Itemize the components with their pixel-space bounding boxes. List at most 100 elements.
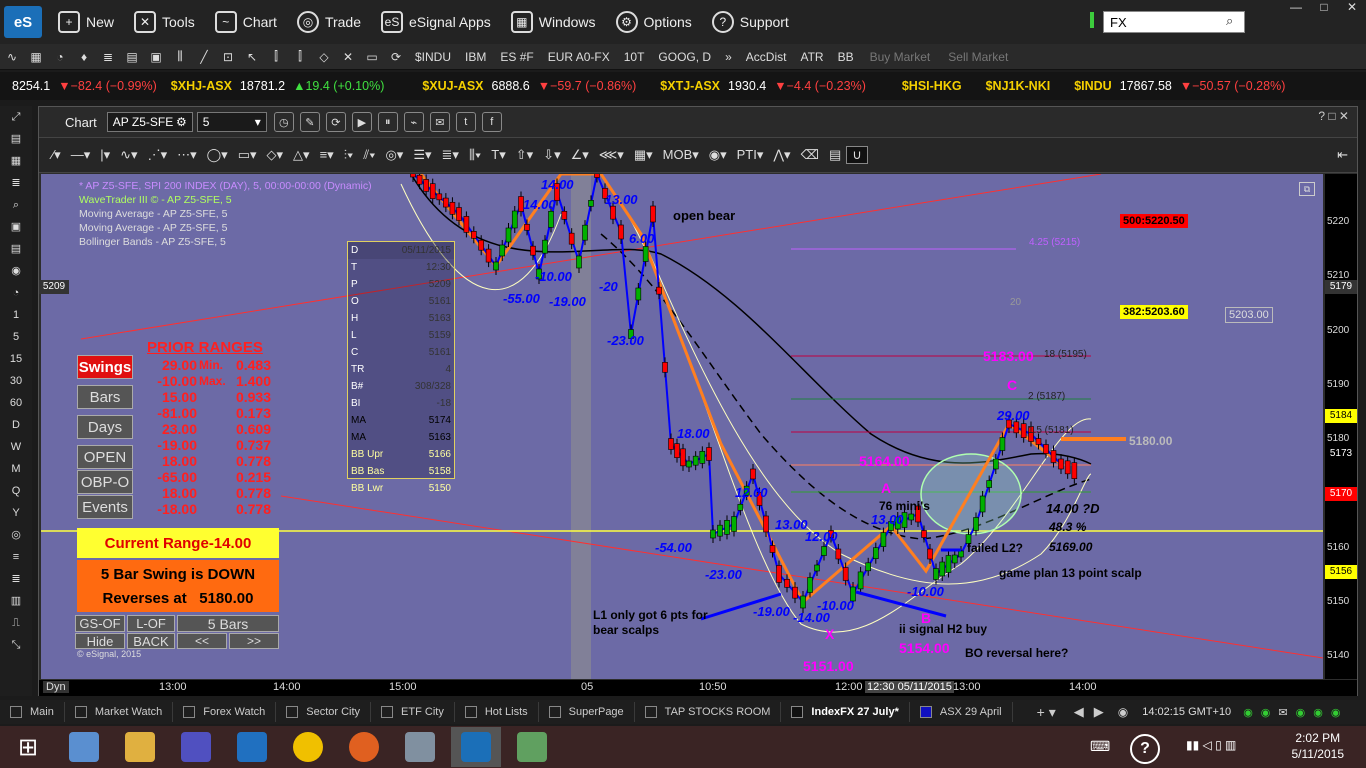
cross-icon[interactable]: ✕ [337,47,359,67]
gann-icon[interactable]: ⋰▾ [143,147,173,163]
calc-icon[interactable]: ▣ [145,47,167,67]
wave-icon[interactable]: ∿▾ [115,147,142,163]
link-icon[interactable]: ⌁ [403,112,424,132]
time-axis[interactable]: Dyn 13:00 14:00 15:00 05 10:50 12:00 12:… [39,680,1357,696]
toolbar-symbol[interactable]: IBM [458,50,493,64]
l-of-button[interactable]: L-OF [127,615,175,632]
ellipse-icon[interactable]: ◯▾ [202,147,233,163]
sidebar-tool-icon[interactable]: ◉ [0,260,32,282]
ticker-symbol[interactable]: $INDU [1074,79,1112,93]
horizontal-line-icon[interactable]: —▾ [66,147,96,163]
twitter-icon[interactable]: t [455,112,476,132]
ticker-symbol[interactable]: $XTJ-ASX [660,79,720,93]
interval-5[interactable]: 5 [0,326,32,348]
pencil-icon[interactable]: ✎ [299,112,320,132]
sidebar-tool-icon[interactable]: ⤡ [0,634,32,656]
menu-windows[interactable]: ▦ Windows [501,6,606,38]
sidebar-tool-icon[interactable]: ▤ [0,128,32,150]
ticker-symbol[interactable]: $XUJ-ASX [422,79,483,93]
sidebar-tool-icon[interactable]: ⤢ [0,106,32,128]
prev-page-icon[interactable]: ◀ [1074,704,1084,720]
toolbar-symbol[interactable]: EUR A0-FX [541,50,617,64]
interval-d[interactable]: D [0,414,32,436]
tab-etf-city[interactable]: ETF City [371,702,455,722]
menu-new[interactable]: + New [48,6,124,38]
refresh-icon[interactable]: ⟳ [385,47,407,67]
tab-market-watch[interactable]: Market Watch [65,702,174,722]
sidebar-tool-icon[interactable]: ▣ [0,216,32,238]
rectangle-icon[interactable]: ▭▾ [233,147,262,163]
symbol-selector[interactable]: AP Z5-SFE ⚙ [106,112,193,132]
sidebar-tool-icon[interactable]: ◔ [0,282,32,304]
esignal-logo[interactable]: eS [4,6,42,38]
grid-icon[interactable]: ▦▾ [629,147,658,163]
prev-button[interactable]: << [177,633,227,649]
monitor-icon[interactable]: ▭ [361,47,383,67]
diamond-icon[interactable]: ◇ [313,47,335,67]
ticker-symbol[interactable]: $NJ1K-NKI [986,79,1051,93]
taskbar-app-maus[interactable] [227,727,277,767]
symbol-search-input[interactable] [1103,11,1245,33]
menu-chart[interactable]: ~ Chart [205,6,287,38]
tab-forex-watch[interactable]: Forex Watch [173,702,277,722]
sidebar-tool-icon[interactable]: ≡ [0,546,32,568]
menu-options[interactable]: ⚙ Options [606,6,702,38]
dyn-label[interactable]: Dyn [43,681,69,693]
interval-selector[interactable]: 5 ▾ [196,112,267,132]
gs-of-button[interactable]: GS-OF [75,615,125,632]
facebook-icon[interactable]: f [481,112,502,132]
taskbar-app-norton[interactable] [283,727,333,767]
toolbar-overflow[interactable]: » [718,50,739,64]
sidebar-tool-icon[interactable]: ▤ [0,238,32,260]
bars-button[interactable]: Bars [77,385,133,409]
interval-w[interactable]: W [0,436,32,458]
circle-icon[interactable]: ◎▾ [380,147,408,163]
sidebar-tool-icon[interactable]: ▥ [0,590,32,612]
interval-60[interactable]: 60 [0,392,32,414]
angle-icon[interactable]: ∠▾ [566,147,594,163]
5-bars-button[interactable]: 5 Bars [177,615,279,632]
text-icon[interactable]: T▾ [486,147,510,163]
interval-y[interactable]: Y [0,502,32,524]
interval-q[interactable]: Q [0,480,32,502]
taskbar-app-control-panel[interactable] [59,727,109,767]
toolbar-symbol[interactable]: $INDU [408,50,458,64]
sidebar-tool-icon[interactable]: ⌕ [0,194,32,216]
events-button[interactable]: Events [77,495,133,519]
price-axis[interactable]: 5220 5210 5200 5190 5180 5170 5160 5150 … [1325,174,1357,679]
mob-icon[interactable]: MOB▾ [658,147,704,163]
taskbar-app-esignal[interactable] [451,727,501,767]
eye-icon[interactable]: ◉▾ [704,147,732,163]
triangle-icon[interactable]: △▾ [288,147,315,163]
sidebar-tool-icon[interactable]: ⎍ [0,612,32,634]
toolbar-symbol[interactable]: GOOG, D [651,50,718,64]
candles2-icon[interactable]: ⫿ [289,47,311,67]
chart-plot-area[interactable]: * AP Z5-SFE, SPI 200 INDEX (DAY), 5, 00:… [41,174,1323,679]
menu-esignal-apps[interactable]: eS eSignal Apps [371,6,501,38]
hide-button[interactable]: Hide [75,633,125,649]
interval-15[interactable]: 15 [0,348,32,370]
channel-icon[interactable]: ≡▾ [315,147,339,163]
sidebar-tool-icon[interactable]: ≣ [0,172,32,194]
add-tab-icon[interactable]: + ▾ [1037,704,1056,721]
up-arrow-icon[interactable]: ⇧▾ [511,147,538,163]
bars-icon[interactable]: ⫼ [169,47,191,67]
mail-icon[interactable]: ✉ [1278,706,1287,719]
start-button[interactable]: ⊞ [3,727,53,767]
taskbar-clock[interactable]: 2:02 PM 5/11/2015 [1292,730,1345,762]
sell-market-button[interactable]: Sell Market [939,50,1017,64]
next-button[interactable]: >> [229,633,279,649]
fib-icon[interactable]: ≣▾ [437,147,464,163]
pointer-icon[interactable]: ↖ [241,47,263,67]
close-button[interactable]: ✕ [1338,0,1366,18]
pause-icon[interactable]: ⏸ [377,112,398,132]
menu-support[interactable]: ? Support [702,6,799,38]
ticker-symbol[interactable]: $HSI-HKG [902,79,962,93]
obp-o-button[interactable]: OBP-O [77,470,133,494]
bars-icon[interactable]: ⫶▾ [339,147,359,163]
menu-tools[interactable]: ✕ Tools [124,6,205,38]
pti-icon[interactable]: PTI▾ [732,147,769,163]
fan-icon[interactable]: ⋯▾ [172,147,202,163]
line-icon[interactable]: ╱ [193,47,215,67]
vertical-line-icon[interactable]: |▾ [95,147,115,163]
